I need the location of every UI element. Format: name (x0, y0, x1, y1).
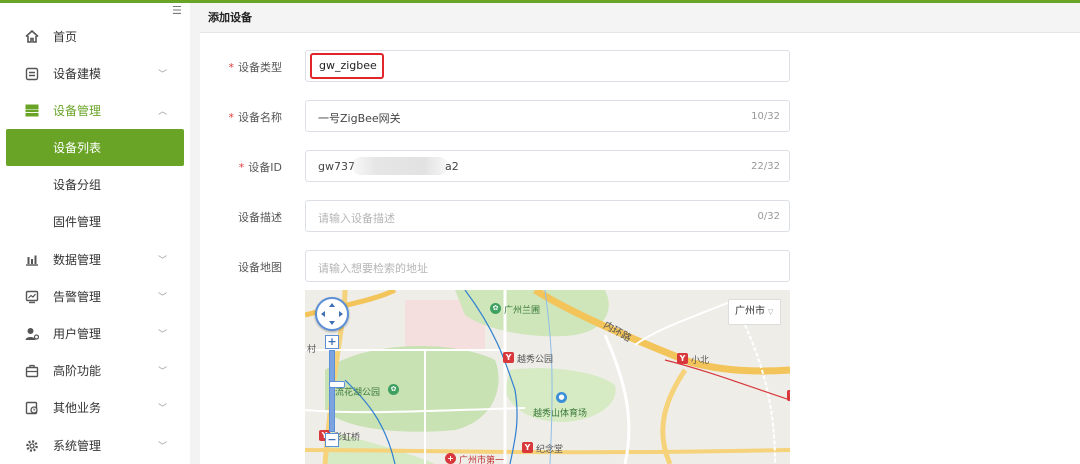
sidebar-item-device-management[interactable]: 设备管理 ︿ (0, 92, 190, 129)
zoom-slider-handle[interactable] (329, 381, 345, 388)
redacted-blur (352, 157, 448, 175)
device-type-label-text: 设备类型 (238, 61, 282, 74)
chevron-down-icon: ﹀ (158, 367, 168, 377)
sidebar-subitem-label: 设备分组 (53, 178, 102, 192)
sidebar-subitem-device-group[interactable]: 设备分组 (0, 166, 190, 203)
map-label-lanpu: 广州兰圃 (504, 306, 541, 316)
device-id-label: * 设备ID (200, 159, 282, 175)
zoom-in-button[interactable]: + (325, 335, 339, 349)
hospital-icon: + (445, 453, 456, 464)
sidebar-item-label: 用户管理 (53, 327, 102, 341)
bar-chart-icon (24, 252, 40, 268)
park-poi-icon: ✿ (490, 303, 501, 314)
sidebar-item-other-business[interactable]: 其他业务 ﹀ (0, 389, 190, 426)
device-type-field[interactable]: gw_zigbee (305, 50, 790, 82)
device-desc-count: 0/32 (757, 211, 780, 222)
sidebar-subitem-label: 固件管理 (53, 215, 102, 229)
chevron-down-icon: ﹀ (158, 404, 168, 414)
home-icon (24, 29, 40, 45)
sidebar-item-data-management[interactable]: 数据管理 ﹀ (0, 241, 190, 278)
sidebar-item-label: 高阶功能 (53, 364, 102, 378)
device-name-count: 10/32 (751, 111, 780, 122)
chevron-down-icon: ﹀ (158, 330, 168, 340)
sidebar-item-label: 首页 (53, 30, 78, 44)
sidebar-item-home[interactable]: 首页 (0, 18, 190, 55)
device-desc-placeholder: 请输入设备描述 (318, 212, 395, 225)
map-label-xiaobei: 小北 (691, 356, 710, 366)
metro-icon: Y (787, 390, 790, 401)
device-desc-label: 设备描述 (238, 211, 282, 224)
chevron-down-icon: ▽ (768, 308, 774, 316)
required-marker: * (238, 161, 245, 174)
chevron-down-icon: ﹀ (158, 293, 168, 303)
map-label-yuexiu-park: 越秀公园 (517, 355, 554, 365)
modeling-icon (24, 66, 40, 82)
sidebar-subitem-label: 设备列表 (53, 141, 102, 155)
device-id-count: 22/32 (751, 161, 780, 172)
required-marker: * (228, 111, 235, 124)
chevron-up-icon: ︿ (158, 107, 168, 117)
city-select-value: 广州市 (735, 306, 765, 317)
device-name-value: 一号ZigBee网关 (318, 112, 401, 125)
map-zoom-control: + − (325, 335, 345, 447)
sidebar-item-label: 设备管理 (53, 104, 102, 118)
device-desc-field[interactable]: 请输入设备描述 0/32 (305, 200, 790, 232)
gear-icon (24, 438, 40, 454)
sidebar-item-label: 设备建模 (53, 67, 102, 81)
sidebar-item-label: 系统管理 (53, 439, 102, 453)
park-poi-icon: ✿ (388, 384, 399, 395)
device-id-label-text: 设备ID (248, 161, 282, 174)
map-pan-control[interactable] (315, 297, 349, 331)
collapse-icon[interactable]: ☰ (172, 4, 182, 17)
sidebar-item-device-modeling[interactable]: 设备建模 ﹀ (0, 55, 190, 92)
map-search-input[interactable]: 请输入想要检索的地址 (305, 250, 790, 282)
device-id-value-prefix: gw737 (318, 160, 355, 173)
device-id-field[interactable]: gw737 a2 22/32 (305, 150, 790, 182)
sidebar-item-alarm-management[interactable]: 告警管理 ﹀ (0, 278, 190, 315)
zoom-out-button[interactable]: − (325, 433, 339, 447)
device-name-field[interactable]: 一号ZigBee网关 10/32 (305, 100, 790, 132)
chevron-down-icon: ﹀ (158, 256, 168, 266)
device-map-label: 设备地图 (238, 261, 282, 274)
sidebar-item-label: 数据管理 (53, 253, 102, 267)
stadium-poi-icon: ● (556, 392, 567, 403)
alarm-icon (24, 289, 40, 305)
zoom-slider-track[interactable] (329, 350, 345, 432)
metro-icon: Y (677, 353, 688, 364)
sidebar-item-user-management[interactable]: 用户管理 ﹀ (0, 315, 190, 352)
main-content: 添加设备 * 设备类型 gw_zigbee * 设备名称 一号ZigBee网关 10… (200, 3, 1080, 464)
map-label-guangzhou-first: 广州市第一 (459, 456, 505, 464)
device-name-label-text: 设备名称 (238, 111, 282, 124)
section-title: 添加设备 (200, 3, 1080, 33)
advanced-icon (24, 363, 40, 379)
sidebar-item-advanced[interactable]: 高阶功能 ﹀ (0, 352, 190, 389)
device-type-value: gw_zigbee (319, 59, 377, 72)
map-view[interactable]: ✿ 广州兰圃 Y 越秀公园 内环路 Y 小北 村 流花湖公园 ✿ ● 越秀山体育… (305, 290, 790, 464)
device-id-value-suffix: a2 (445, 160, 459, 173)
chevron-down-icon: ﹀ (158, 70, 168, 80)
map-background (305, 290, 790, 464)
map-label-jiniantang: 纪念堂 (536, 445, 564, 455)
device-type-label: * 设备类型 (200, 59, 283, 75)
chevron-down-icon: ﹀ (158, 442, 168, 452)
sidebar-item-label: 告警管理 (53, 290, 102, 304)
map-label-stadium: 越秀山体育场 (533, 409, 588, 419)
sidebar-item-system-management[interactable]: 系统管理 ﹀ (0, 427, 190, 464)
sidebar-item-label: 其他业务 (53, 401, 102, 415)
device-name-label: * 设备名称 (200, 109, 283, 125)
other-business-icon (24, 400, 40, 416)
device-management-icon (24, 103, 40, 119)
user-icon (24, 326, 40, 342)
map-search-placeholder: 请输入想要检索的地址 (318, 262, 428, 275)
city-select[interactable]: 广州市 ▽ (728, 299, 781, 325)
sidebar: ☰ 首页 设备建模 ﹀ 设备管理 ︿ 设备列表 设备分组 固件管理 数据管理 ﹀ (0, 3, 190, 464)
metro-icon: Y (522, 442, 533, 453)
map-label-village: 村 (307, 345, 317, 355)
sidebar-subitem-firmware[interactable]: 固件管理 (0, 203, 190, 240)
required-marker: * (228, 61, 235, 74)
sidebar-subitem-device-list[interactable]: 设备列表 (6, 129, 184, 166)
metro-icon: Y (503, 352, 514, 363)
